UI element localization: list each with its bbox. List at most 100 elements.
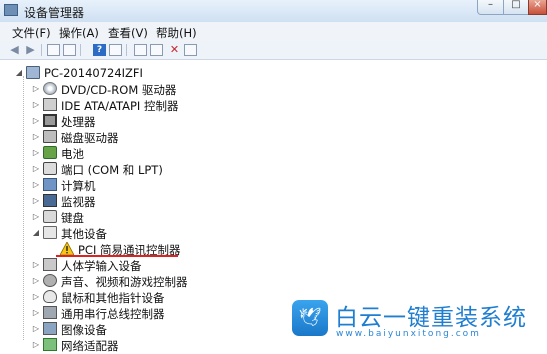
monitor-icon <box>43 194 57 207</box>
tree-item-other-devices[interactable]: ◢ 其他设备 <box>0 225 300 241</box>
tree-item-label: 通用串行总线控制器 <box>61 307 165 321</box>
tree-item-disk[interactable]: ▷ 磁盘驱动器 <box>0 129 300 145</box>
tree-item-processor[interactable]: ▷ 处理器 <box>0 113 300 129</box>
maximize-icon: □ <box>511 0 521 10</box>
tree-item-label: 处理器 <box>61 115 96 129</box>
tree-item-ide[interactable]: ▷ IDE ATA/ATAPI 控制器 <box>0 97 300 113</box>
brand-name: 白云一键重装系统 <box>335 305 527 331</box>
tree-item-ports[interactable]: ▷ 端口 (COM 和 LPT) <box>0 161 300 177</box>
tree-item-label: 电池 <box>61 147 84 161</box>
usb-controller-icon <box>43 306 57 319</box>
highlight-underline <box>56 255 178 257</box>
expand-icon[interactable]: ▷ <box>32 116 40 126</box>
brand-watermark: 🕊 白云一键重装系统 www.baiyunxitong.com <box>289 297 547 344</box>
speaker-icon <box>43 274 57 287</box>
other-devices-icon <box>43 226 57 239</box>
tree-item-network[interactable]: ▷ 网络适配器 <box>0 337 300 353</box>
warning-icon <box>59 241 75 256</box>
tree-item-label: 人体学输入设备 <box>61 259 142 273</box>
toolbar-separator <box>126 44 127 56</box>
tree-item-usb[interactable]: ▷ 通用串行总线控制器 <box>0 305 300 321</box>
computer-icon <box>26 66 40 79</box>
keyboard-icon <box>43 210 57 223</box>
ide-controller-icon <box>43 98 57 111</box>
uninstall-icon[interactable]: ✕ <box>168 44 181 56</box>
expand-icon[interactable]: ▷ <box>32 324 40 334</box>
tree-item-sound[interactable]: ▷ 声音、视频和游戏控制器 <box>0 273 300 289</box>
close-button[interactable]: × <box>528 0 547 15</box>
title-bar: 设备管理器 – □ × <box>0 0 547 23</box>
disk-drive-icon <box>43 130 57 143</box>
minimize-button[interactable]: – <box>477 0 504 15</box>
expand-icon[interactable]: ▷ <box>32 340 40 350</box>
minimize-icon: – <box>488 0 493 10</box>
expand-icon[interactable]: ▷ <box>32 260 40 270</box>
brand-logo: 🕊 <box>292 300 328 336</box>
window-title: 设备管理器 <box>24 6 85 20</box>
menu-action[interactable]: 操作(A) <box>59 25 99 41</box>
maximize-button[interactable]: □ <box>503 0 529 15</box>
collapse-icon[interactable]: ◢ <box>32 228 40 238</box>
toolbar-separator <box>80 44 81 56</box>
expand-icon[interactable]: ▷ <box>32 196 40 206</box>
expand-icon[interactable]: ▷ <box>32 276 40 286</box>
tree-item-computer[interactable]: ▷ 计算机 <box>0 177 300 193</box>
menu-bar: 文件(F) 操作(A) 查看(V) 帮助(H) <box>0 22 547 42</box>
expand-icon[interactable]: ▷ <box>32 308 40 318</box>
properties-icon[interactable] <box>63 44 76 56</box>
tree-item-label: 磁盘驱动器 <box>61 131 119 145</box>
expand-icon[interactable]: ▷ <box>32 292 40 302</box>
tree-item-label: 计算机 <box>61 179 96 193</box>
menu-view[interactable]: 查看(V) <box>108 25 148 41</box>
tree-item-label: IDE ATA/ATAPI 控制器 <box>61 99 179 113</box>
tree-item-dvd[interactable]: ▷ DVD/CD-ROM 驱动器 <box>0 81 300 97</box>
expand-icon[interactable]: ▷ <box>32 84 40 94</box>
expand-icon[interactable]: ▷ <box>32 132 40 142</box>
tree-root-label: PC-20140724IZFI <box>44 66 143 80</box>
collapse-icon[interactable]: ◢ <box>15 68 23 78</box>
details-icon[interactable] <box>109 44 122 56</box>
hid-icon <box>43 258 57 271</box>
expand-icon[interactable]: ▷ <box>32 164 40 174</box>
tree-item-label: 端口 (COM 和 LPT) <box>61 163 163 177</box>
menu-help[interactable]: 帮助(H) <box>156 25 197 41</box>
brand-url: www.baiyunxitong.com <box>336 329 481 339</box>
menu-file[interactable]: 文件(F) <box>12 25 51 41</box>
tree-item-label: 鼠标和其他指针设备 <box>61 291 165 305</box>
tree-item-monitor[interactable]: ▷ 监视器 <box>0 193 300 209</box>
close-icon: × <box>533 0 542 10</box>
toolbar-separator <box>41 44 42 56</box>
tree-item-label: DVD/CD-ROM 驱动器 <box>61 83 177 97</box>
computer-icon <box>43 178 57 191</box>
tree-item-label: 声音、视频和游戏控制器 <box>61 275 188 289</box>
mouse-icon <box>43 290 57 303</box>
back-arrow-icon[interactable]: ◀ <box>8 44 21 56</box>
forward-arrow-icon[interactable]: ▶ <box>24 44 37 56</box>
tree-root[interactable]: ◢ PC-20140724IZFI <box>0 65 300 81</box>
update-driver-icon[interactable] <box>150 44 163 56</box>
tree-item-label: 图像设备 <box>61 323 107 337</box>
bird-icon: 🕊 <box>298 307 322 328</box>
battery-icon <box>43 146 57 159</box>
expand-icon[interactable]: ▷ <box>32 148 40 158</box>
scan-hardware-icon[interactable] <box>134 44 147 56</box>
tree-item-label: 其他设备 <box>61 227 107 241</box>
tree-item-battery[interactable]: ▷ 电池 <box>0 145 300 161</box>
disable-icon[interactable] <box>184 44 197 56</box>
device-manager-icon <box>4 4 18 16</box>
tree-item-hid[interactable]: ▷ 人体学输入设备 <box>0 257 300 273</box>
help-icon[interactable]: ? <box>93 44 106 56</box>
expand-icon[interactable]: ▷ <box>32 100 40 110</box>
camera-icon <box>43 322 57 335</box>
expand-icon[interactable]: ▷ <box>32 212 40 222</box>
processor-icon <box>43 114 57 127</box>
network-adapter-icon <box>43 338 57 351</box>
tree-item-imaging[interactable]: ▷ 图像设备 <box>0 321 300 337</box>
tree-item-keyboard[interactable]: ▷ 键盘 <box>0 209 300 225</box>
tree-item-mouse[interactable]: ▷ 鼠标和其他指针设备 <box>0 289 300 305</box>
tree-item-label: 监视器 <box>61 195 96 209</box>
dvd-drive-icon <box>43 82 57 95</box>
port-icon <box>43 162 57 175</box>
expand-icon[interactable]: ▷ <box>32 180 40 190</box>
show-hide-tree-icon[interactable] <box>47 44 60 56</box>
